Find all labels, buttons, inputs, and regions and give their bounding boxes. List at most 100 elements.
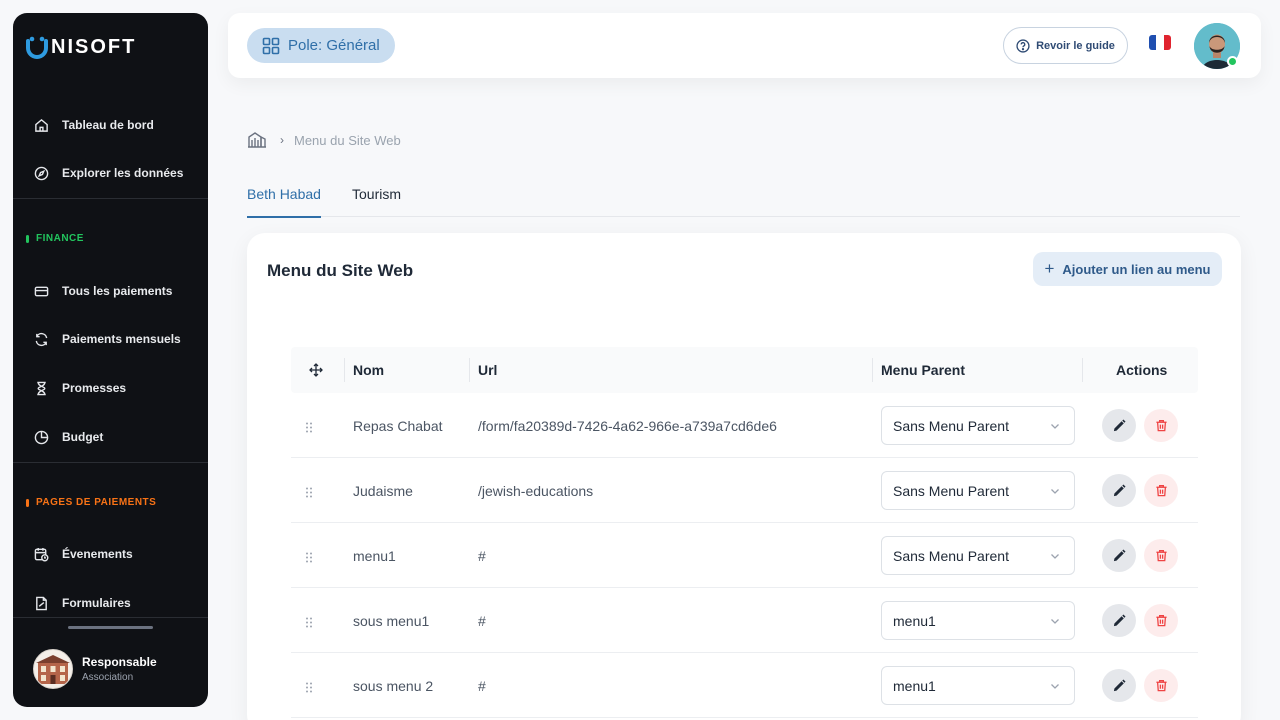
section-marker xyxy=(26,234,29,243)
parent-menu-value: Sans Menu Parent xyxy=(893,547,1009,564)
divider xyxy=(13,462,208,463)
menu-name-cell: menu1 xyxy=(353,547,396,564)
drag-handle-icon[interactable] xyxy=(305,680,313,698)
sidebar-item-label: Paiements mensuels xyxy=(62,332,181,346)
sidebar-item-label: Tous les paiements xyxy=(62,284,173,298)
parent-menu-value: menu1 xyxy=(893,612,936,629)
delete-button[interactable] xyxy=(1144,409,1178,442)
hourglass-icon xyxy=(33,380,49,396)
sidebar-item-events[interactable]: Évenements xyxy=(33,543,133,565)
table-row: menu1 # Sans Menu Parent xyxy=(291,523,1198,588)
pencil-icon xyxy=(1113,484,1126,497)
menu-name-cell: Judaisme xyxy=(353,482,413,499)
sidebar-item-label: Évenements xyxy=(62,547,133,561)
delete-button[interactable] xyxy=(1144,604,1178,637)
section-payment-pages: PAGES DE PAIEMENTS xyxy=(26,497,156,508)
trash-icon xyxy=(1155,419,1168,432)
refresh-icon xyxy=(33,331,49,347)
pencil-icon xyxy=(1113,679,1126,692)
drag-handle-icon[interactable] xyxy=(305,615,313,633)
parent-menu-select[interactable]: Sans Menu Parent xyxy=(881,471,1075,510)
credit-card-icon xyxy=(33,283,49,299)
sidebar-item-label: Budget xyxy=(62,430,104,444)
column-divider xyxy=(344,358,345,382)
parent-menu-select[interactable]: menu1 xyxy=(881,601,1075,640)
column-header-name[interactable]: Nom xyxy=(353,347,384,393)
association-avatar xyxy=(33,649,73,689)
divider xyxy=(13,198,208,199)
sidebar-item-payments[interactable]: Tous les paiements xyxy=(33,280,172,302)
tab-beth-habad[interactable]: Beth Habad xyxy=(247,186,321,218)
plus-icon: + xyxy=(1044,259,1055,278)
profile-card[interactable]: Responsable Association xyxy=(33,649,157,689)
column-header-parent[interactable]: Menu Parent xyxy=(881,347,965,393)
table-row: Judaisme /jewish-educations Sans Menu Pa… xyxy=(291,458,1198,523)
grid-icon xyxy=(262,37,280,55)
table-row: sous menu 2 # menu1 xyxy=(291,653,1198,718)
parent-menu-select[interactable]: Sans Menu Parent xyxy=(881,406,1075,445)
edit-button[interactable] xyxy=(1102,669,1136,702)
review-guide-button[interactable]: Revoir le guide xyxy=(1003,27,1128,64)
trash-icon xyxy=(1155,679,1168,692)
tab-tourism[interactable]: Tourism xyxy=(352,186,401,216)
pole-selector-button[interactable]: Pole: Général xyxy=(247,28,395,63)
building-icon[interactable] xyxy=(248,132,266,148)
edit-button[interactable] xyxy=(1102,539,1136,572)
menu-url-cell: /form/fa20389d-7426-4a62-966e-a739a7cd6d… xyxy=(478,417,777,434)
column-header-url[interactable]: Url xyxy=(478,347,497,393)
parent-menu-select[interactable]: Sans Menu Parent xyxy=(881,536,1075,575)
add-menu-link-button[interactable]: + Ajouter un lien au menu xyxy=(1033,252,1222,286)
sidebar-item-label: Explorer les données xyxy=(62,166,184,180)
brand-name: NISOFT xyxy=(51,35,137,58)
document-icon xyxy=(33,595,49,611)
column-divider xyxy=(1082,358,1083,382)
delete-button[interactable] xyxy=(1144,474,1178,507)
pole-label: Pole: Général xyxy=(288,37,380,54)
language-flag-fr[interactable] xyxy=(1149,35,1171,50)
edit-button[interactable] xyxy=(1102,474,1136,507)
edit-button[interactable] xyxy=(1102,604,1136,637)
menu-name-cell: sous menu 2 xyxy=(353,677,434,694)
sidebar-item-monthly-payments[interactable]: Paiements mensuels xyxy=(33,328,181,350)
sidebar-item-promises[interactable]: Promesses xyxy=(33,377,126,399)
table-body: Repas Chabat /form/fa20389d-7426-4a62-96… xyxy=(291,393,1198,718)
sidebar-item-explore[interactable]: Explorer les données xyxy=(33,162,183,184)
pencil-icon xyxy=(1113,614,1126,627)
column-divider xyxy=(872,358,873,382)
sidebar-item-forms[interactable]: Formulaires xyxy=(33,592,131,614)
drag-handle-icon[interactable] xyxy=(305,550,313,568)
home-icon xyxy=(33,117,49,133)
menu-url-cell: # xyxy=(478,677,486,694)
column-header-actions: Actions xyxy=(1116,362,1168,378)
divider xyxy=(13,617,208,618)
drag-handle-icon[interactable] xyxy=(305,485,313,503)
sidebar-item-dashboard[interactable]: Tableau de bord xyxy=(33,114,154,136)
menu-url-cell: # xyxy=(478,612,486,629)
calendar-clock-icon xyxy=(33,546,49,562)
edit-button[interactable] xyxy=(1102,409,1136,442)
section-finance: FINANCE xyxy=(26,233,84,244)
guide-label: Revoir le guide xyxy=(1036,39,1115,52)
online-status-indicator xyxy=(1227,56,1238,67)
menu-card: Menu du Site Web + Ajouter un lien au me… xyxy=(247,233,1241,720)
delete-button[interactable] xyxy=(1144,539,1178,572)
breadcrumb-current: Menu du Site Web xyxy=(294,132,401,148)
delete-button[interactable] xyxy=(1144,669,1178,702)
profile-role: Association xyxy=(82,672,134,683)
table-row: sous menu1 # menu1 xyxy=(291,588,1198,653)
trash-icon xyxy=(1155,484,1168,497)
drag-handle-icon[interactable] xyxy=(305,420,313,438)
tab-bar: Beth Habad Tourism xyxy=(247,176,1240,218)
sidebar-item-label: Formulaires xyxy=(62,596,131,610)
menu-url-cell: /jewish-educations xyxy=(478,482,594,499)
menu-url-cell: # xyxy=(478,547,486,564)
sidebar-item-budget[interactable]: Budget xyxy=(33,426,103,448)
breadcrumb: › Menu du Site Web xyxy=(248,131,401,149)
column-divider xyxy=(469,358,470,382)
logo[interactable]: NISOFT xyxy=(25,33,136,61)
chevron-down-icon xyxy=(1049,679,1061,695)
parent-menu-select[interactable]: menu1 xyxy=(881,666,1075,705)
trash-icon xyxy=(1155,614,1168,627)
profile-name: Responsable xyxy=(82,655,157,669)
scrollbar-handle[interactable] xyxy=(68,626,153,629)
